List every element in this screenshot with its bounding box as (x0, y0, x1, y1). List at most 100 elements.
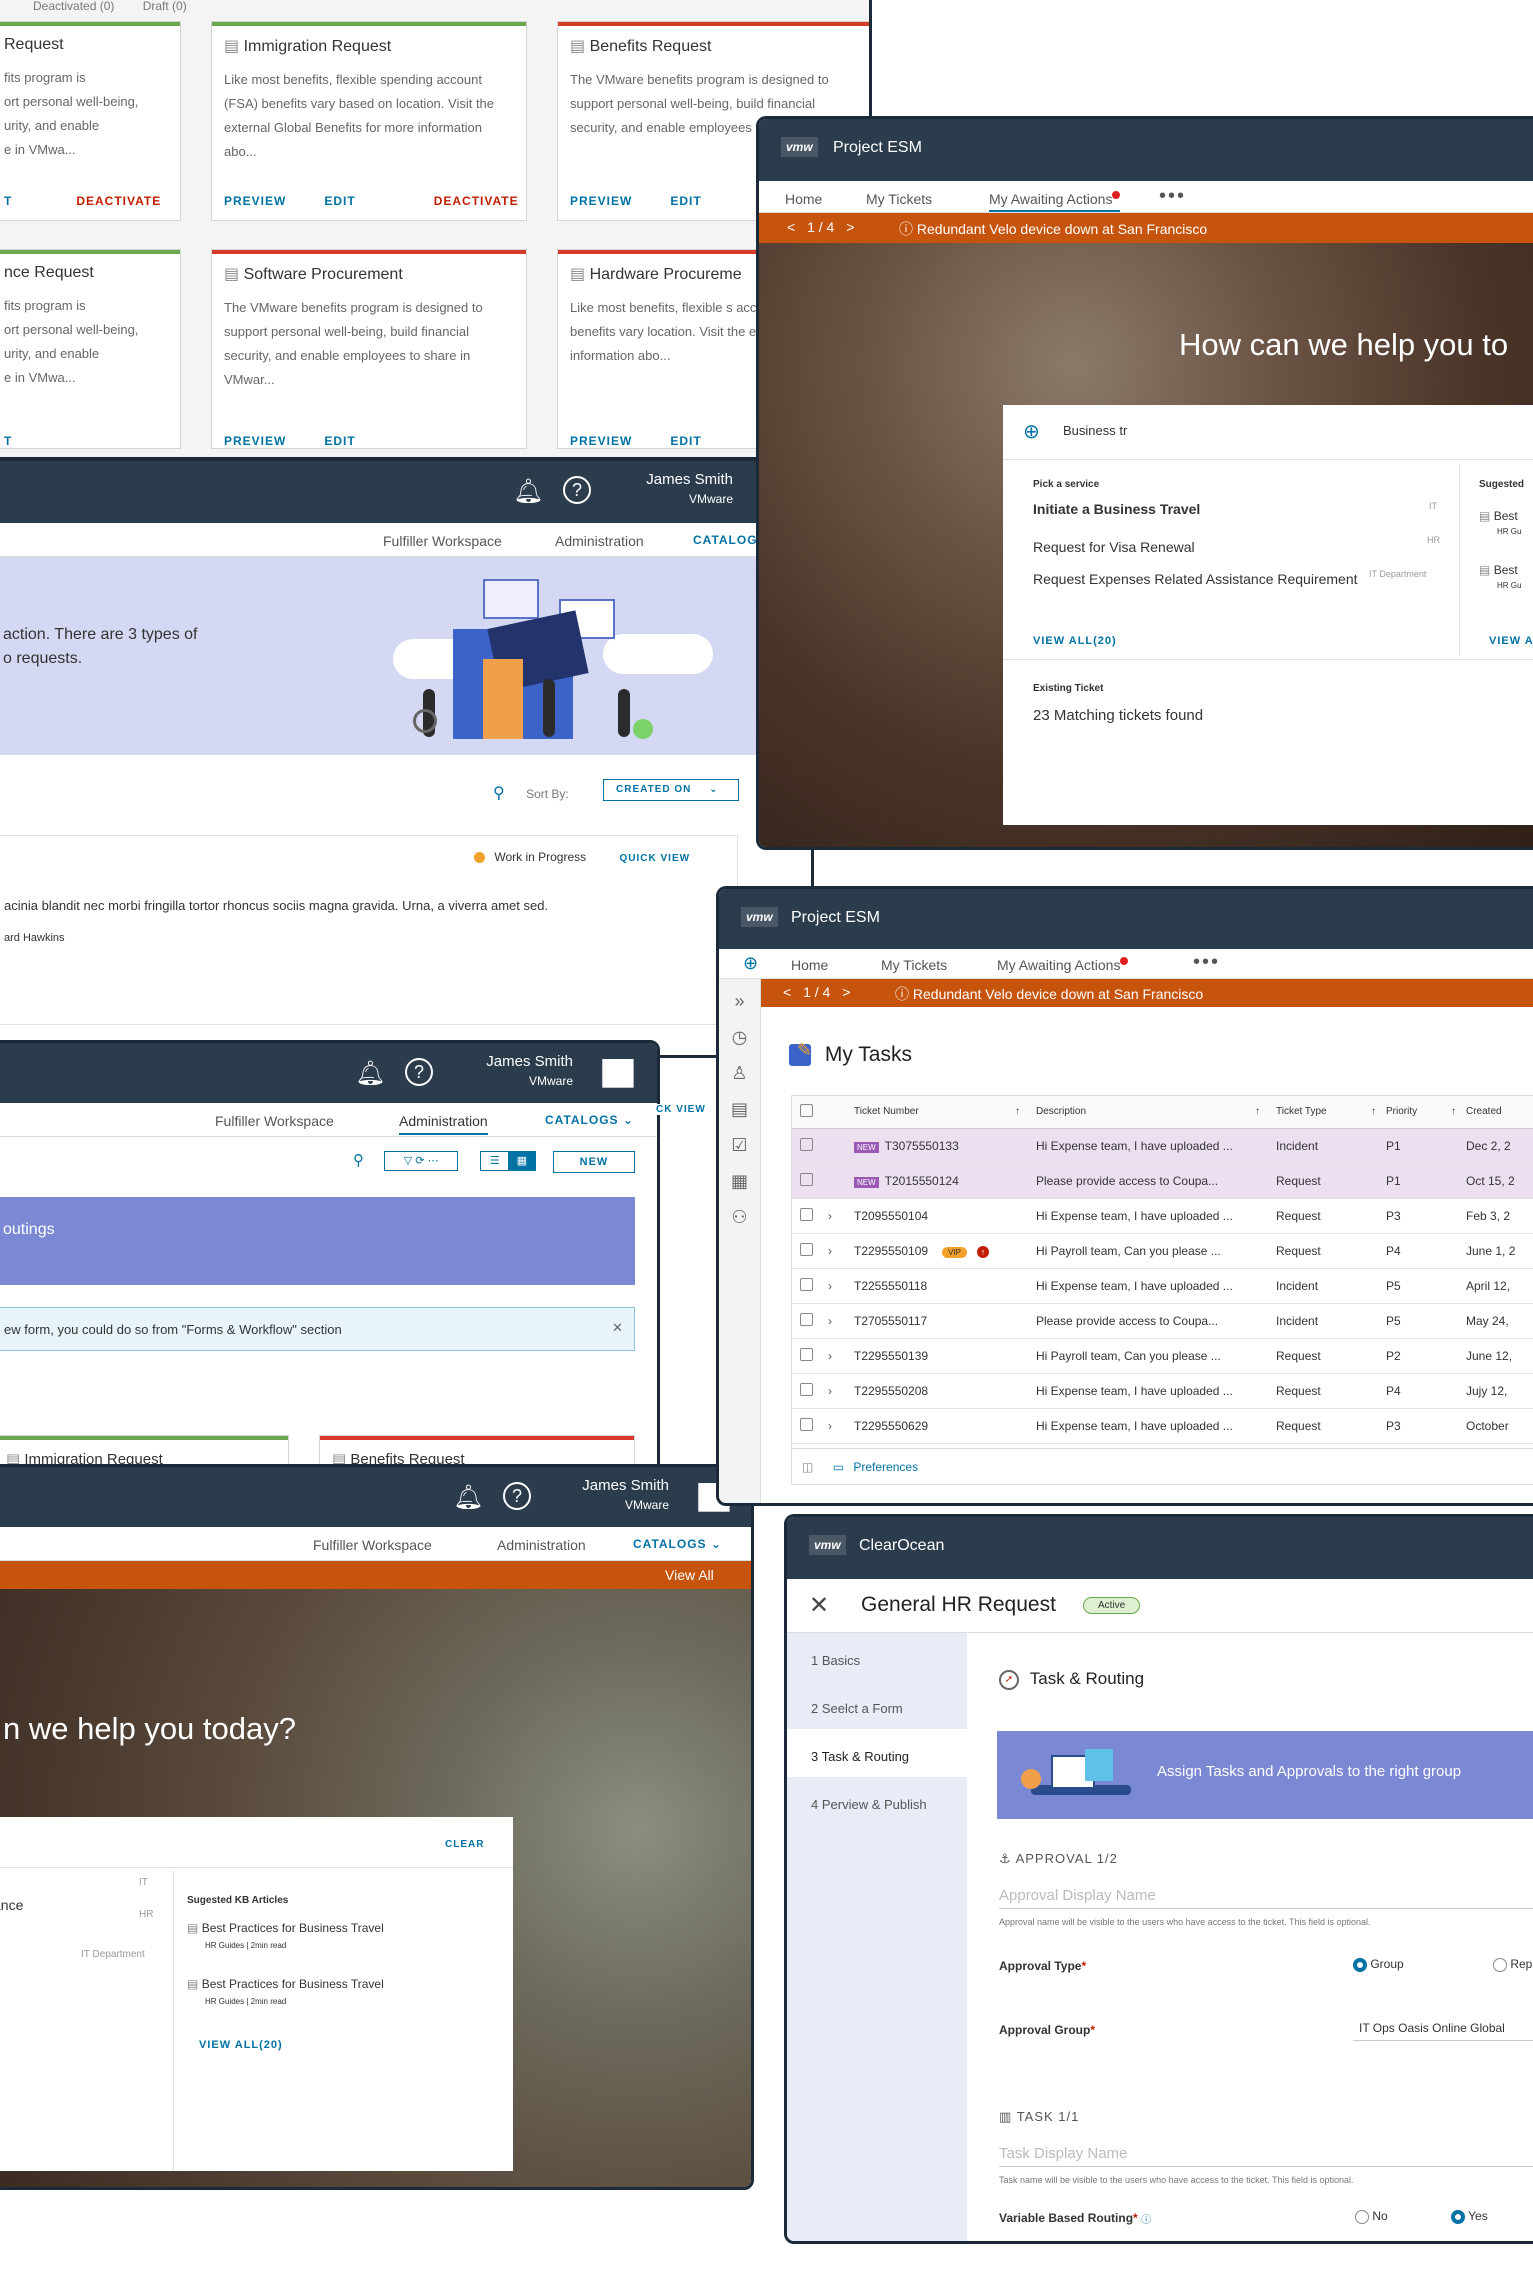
nav-fulfiller[interactable]: Fulfiller Workspace (215, 1113, 334, 1129)
existing-ticket-count[interactable]: 23 Matching tickets found (1033, 707, 1203, 724)
expand-row-icon[interactable]: › (828, 1373, 854, 1408)
nav-admin[interactable]: Administration (555, 533, 644, 549)
table-row[interactable]: NEW T2015550124 Please provide access to C… (792, 1163, 1533, 1198)
alert-text[interactable]: ⓘ Redundant Velo device down at San Fran… (895, 984, 1203, 1004)
sort-dropdown[interactable]: CREATED ON ⌄ (603, 779, 739, 801)
more-icon[interactable]: ••• (1159, 185, 1186, 208)
ticket-number[interactable]: T2295550629 (854, 1408, 1036, 1443)
edit-link[interactable]: T (4, 434, 12, 448)
ticket-number[interactable]: T2705550117 (854, 1303, 1036, 1338)
expand-row-icon[interactable]: › (828, 1338, 854, 1373)
tab-home[interactable]: Home (791, 957, 828, 973)
info-icon[interactable]: ⓘ (1141, 2215, 1151, 2226)
service-partial[interactable]: ance (0, 1897, 23, 1913)
kb-article[interactable]: ▤ Best HR Gu (1479, 509, 1521, 536)
search-icon[interactable]: ⊕ (743, 953, 758, 974)
search-icon[interactable]: ⚲ (493, 785, 505, 802)
table-row[interactable]: › T2255550118 Hi Expense team, I have uplo… (792, 1268, 1533, 1303)
columns-icon[interactable]: ◫ (802, 1460, 813, 1474)
kb-article[interactable]: ▤ Best HR Gu (1479, 563, 1521, 590)
approval-group-select[interactable]: IT Ops Oasis Online Global (1353, 2017, 1533, 2041)
new-button[interactable]: NEW (553, 1151, 635, 1173)
nav-catalogs[interactable]: CATALOGS ⌄ (545, 1113, 634, 1127)
ticket-number[interactable]: T2295550208 (854, 1373, 1036, 1408)
view-all-link[interactable]: View All (665, 1567, 714, 1583)
kb-article[interactable]: ▤ Best Practices for Business Travel HR G… (187, 1921, 384, 1950)
expand-icon[interactable]: » (719, 983, 760, 1019)
pager[interactable]: < 1 / 4 > (787, 219, 854, 235)
bell-icon[interactable]: 🔔︎ (355, 1059, 385, 1088)
clear-link[interactable]: CLEAR (445, 1839, 484, 1850)
service-item[interactable]: Initiate a Business Travel (1033, 501, 1333, 517)
close-icon[interactable]: ✕ (809, 1591, 829, 1620)
search-icon[interactable]: ⚲ (353, 1152, 364, 1169)
service-item[interactable]: Request Expenses Related Assistance Requ… (1033, 569, 1363, 589)
expand-row-icon[interactable]: › (828, 1198, 854, 1233)
task-name-input[interactable]: Task Display Name (999, 2137, 1533, 2167)
help-icon[interactable]: ? (563, 476, 591, 504)
search-input[interactable]: Business tr (1063, 423, 1127, 438)
radio-rep[interactable]: Rep (1493, 1957, 1532, 1972)
search-icon[interactable]: ⊕ (1023, 419, 1040, 444)
more-icon[interactable]: ••• (1193, 951, 1220, 974)
dashboard-icon[interactable]: ◷ (719, 1019, 760, 1055)
help-icon[interactable]: ? (503, 1482, 531, 1510)
view-all-kb-link[interactable]: VIEW ALL(20) (199, 2039, 283, 2051)
ticket-number[interactable]: NEW T2015550124 (854, 1163, 1036, 1198)
row-checkbox[interactable] (792, 1408, 828, 1443)
step-basics[interactable]: 1 Basics (787, 1633, 967, 1681)
alert-text[interactable]: ⓘ Redundant Velo device down at San Fran… (899, 219, 1207, 239)
tab-home[interactable]: Home (785, 191, 822, 207)
edit-link[interactable]: EDIT (324, 194, 355, 208)
col-priority[interactable]: Priority ↑ (1386, 1096, 1466, 1128)
step-preview-publish[interactable]: 4 Perview & Publish (787, 1777, 967, 1825)
view-toggle[interactable]: ☰ ▦ (480, 1151, 537, 1172)
expand-row-icon[interactable]: › (828, 1268, 854, 1303)
nav-admin[interactable]: Administration (399, 1113, 488, 1135)
table-row[interactable]: NEW T3075550133 Hi Expense team, I have up… (792, 1128, 1533, 1163)
table-row[interactable]: › T2705550117 Please provide access to Cou… (792, 1303, 1533, 1338)
preview-link[interactable]: PREVIEW (570, 194, 632, 208)
tab-awaiting[interactable]: My Awaiting Actions (989, 191, 1121, 212)
step-task-routing[interactable]: 3 Task & Routing (787, 1729, 967, 1777)
step-select-form[interactable]: 2 Seelct a Form (787, 1681, 967, 1729)
approval-name-input[interactable]: Approval Display Name (999, 1879, 1533, 1909)
edit-link[interactable]: EDIT (670, 434, 701, 448)
radio-yes[interactable]: Yes (1451, 2209, 1488, 2224)
preview-link[interactable]: PREVIEW (570, 434, 632, 448)
task-check-icon[interactable]: ☑ (719, 1127, 760, 1163)
expand-row-icon[interactable] (828, 1163, 854, 1198)
select-all-checkbox[interactable] (792, 1096, 828, 1128)
expand-row-icon[interactable] (828, 1128, 854, 1163)
tab-my-tickets[interactable]: My Tickets (881, 957, 947, 973)
ticket-number[interactable]: NEW T3075550133 (854, 1128, 1036, 1163)
service-item[interactable]: Request for Visa Renewal (1033, 539, 1333, 555)
row-checkbox[interactable] (792, 1163, 828, 1198)
row-checkbox[interactable] (792, 1303, 828, 1338)
edit-link[interactable]: EDIT (324, 434, 355, 448)
filter-toolbar[interactable]: ▽ ⟳ ⋯ (384, 1151, 459, 1172)
expand-row-icon[interactable]: › (828, 1233, 854, 1268)
kb-article[interactable]: ▤ Best Practices for Business Travel HR G… (187, 1977, 384, 2006)
apps-grid-icon[interactable]: ■■■■■■■■■ (601, 1053, 635, 1093)
table-row[interactable]: › T2095550104 Hi Expense team, I have uplo… (792, 1198, 1533, 1233)
bell-icon[interactable]: 🔔︎ (513, 477, 543, 506)
tab-awaiting[interactable]: My Awaiting Actions (997, 957, 1129, 973)
row-checkbox[interactable] (792, 1233, 828, 1268)
help-icon[interactable]: ? (405, 1058, 433, 1086)
table-row[interactable]: › T2295550208 Hi Expense team, I have uplo… (792, 1373, 1533, 1408)
team-icon[interactable]: ⚇ (719, 1199, 760, 1235)
nav-catalogs[interactable]: CATALOGS ⌄ (633, 1537, 722, 1551)
user-icon[interactable]: ♙ (719, 1055, 760, 1091)
col-description[interactable]: Description ↑ (1036, 1096, 1276, 1128)
tab-draft[interactable]: Draft (0) (143, 0, 187, 13)
nav-admin[interactable]: Administration (497, 1537, 586, 1553)
preferences-link[interactable]: Preferences (853, 1460, 918, 1474)
tab-my-tickets[interactable]: My Tickets (866, 191, 932, 207)
row-checkbox[interactable] (792, 1198, 828, 1233)
deactivate-link[interactable]: DEACTIVATE (434, 194, 519, 208)
table-row[interactable]: › T2295550629 Hi Expense team, I have uplo… (792, 1408, 1533, 1443)
edit-link[interactable]: EDIT (670, 194, 701, 208)
expand-row-icon[interactable]: › (828, 1303, 854, 1338)
row-checkbox[interactable] (792, 1268, 828, 1303)
